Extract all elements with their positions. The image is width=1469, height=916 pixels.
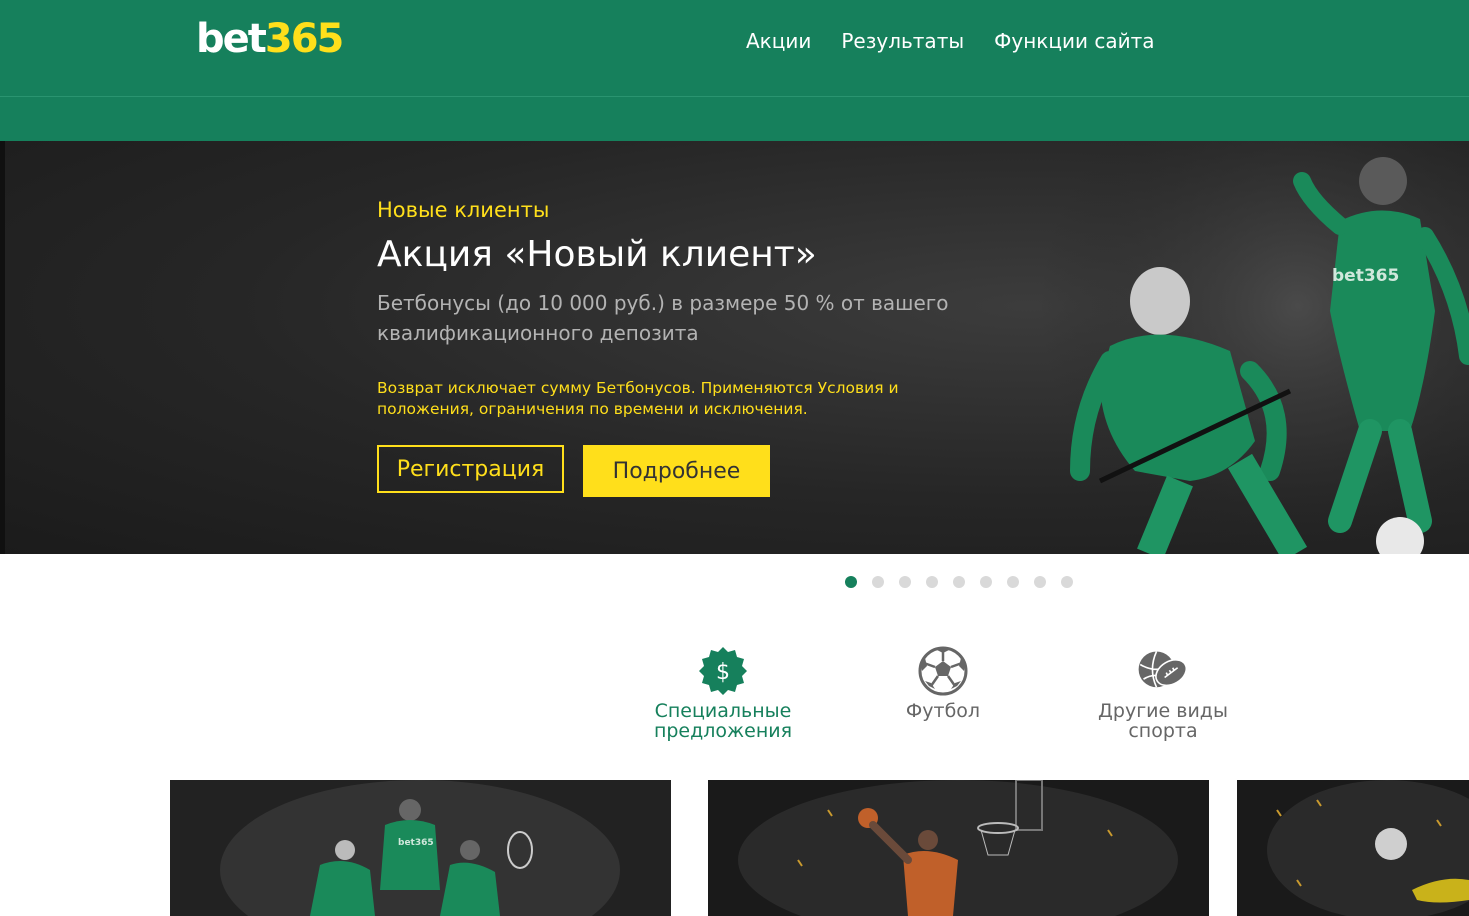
hero-edge — [0, 141, 5, 554]
register-button[interactable]: Регистрация — [377, 445, 564, 493]
multi-sport-image: bet365 — [170, 780, 671, 916]
carousel-dot[interactable] — [1007, 576, 1019, 588]
jersey-logo-text: bet365 — [1332, 266, 1399, 286]
carousel-dot[interactable] — [899, 576, 911, 588]
carousel-dot[interactable] — [872, 576, 884, 588]
header-divider — [0, 96, 1469, 97]
category-football[interactable]: Футбол — [853, 645, 1033, 721]
hero-athletes-image: bet365 — [1040, 141, 1469, 554]
carousel-dot[interactable] — [953, 576, 965, 588]
category-other-sports[interactable]: Другие виды спорта — [1073, 645, 1253, 741]
site-header: bet365 Акции Результаты Функции сайта — [0, 0, 1469, 141]
more-info-button[interactable]: Подробнее — [583, 445, 770, 497]
basketball-promo-tile[interactable] — [708, 780, 1209, 916]
main-nav: Акции Результаты Функции сайта — [746, 26, 1154, 56]
multi-sport-promo-tile[interactable]: bet365 — [170, 780, 671, 916]
football-promo-tile[interactable] — [1237, 780, 1469, 916]
nav-site-features[interactable]: Функции сайта — [994, 26, 1154, 56]
jersey-logo-text: bet365 — [398, 838, 434, 848]
carousel-dot[interactable] — [926, 576, 938, 588]
carousel-dot[interactable] — [845, 576, 857, 588]
category-label: Футбол — [905, 700, 981, 722]
category-special-offers[interactable]: $ Специальные предложения — [633, 645, 813, 741]
svg-text:$: $ — [716, 660, 730, 685]
carousel-dot[interactable] — [1061, 576, 1073, 588]
hero-description: Бетбонусы (до 10 000 руб.) в размере 50 … — [377, 291, 949, 345]
soccer-ball-icon — [918, 646, 968, 696]
football-image — [1237, 780, 1469, 916]
category-label: Специальные предложения — [653, 700, 793, 742]
carousel-dot[interactable] — [1034, 576, 1046, 588]
hero-banner: bet365 Новые клиенты Акция «Новый клиент… — [0, 141, 1469, 554]
category-label: Другие виды спорта — [1098, 700, 1228, 742]
hero-terms-note: Возврат исключает сумму Бетбонусов. Прим… — [377, 379, 899, 418]
carousel-pagination — [845, 576, 1073, 588]
basketball-image — [708, 780, 1209, 916]
dollar-badge-icon: $ — [699, 647, 747, 695]
carousel-dot[interactable] — [980, 576, 992, 588]
hero-eyebrow: Новые клиенты — [377, 198, 550, 222]
bet365-logo[interactable]: bet365 — [196, 14, 344, 64]
hero-title: Акция «Новый клиент» — [377, 234, 817, 275]
nav-promotions[interactable]: Акции — [746, 26, 811, 56]
nav-results[interactable]: Результаты — [841, 26, 964, 56]
sports-balls-icon — [1138, 651, 1188, 688]
